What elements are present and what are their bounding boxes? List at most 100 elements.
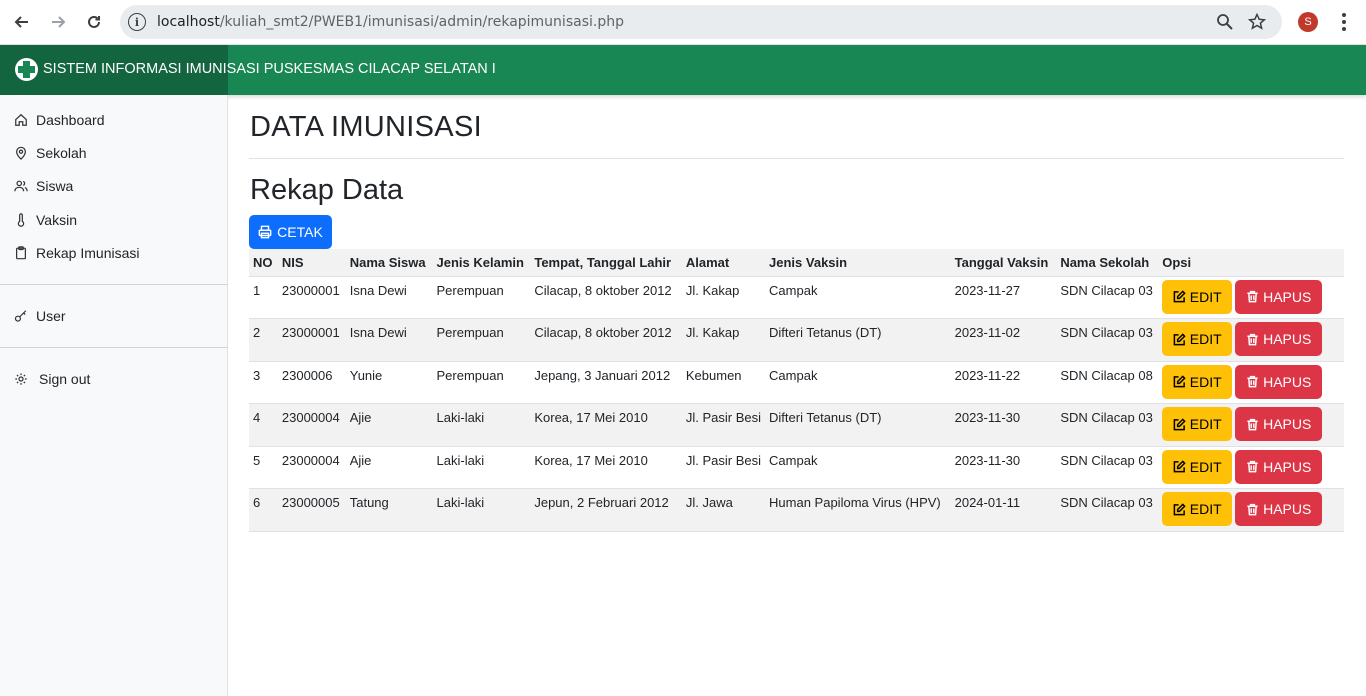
home-icon xyxy=(15,113,27,126)
edit-button-label: EDIT xyxy=(1189,416,1222,433)
sidebar-item-label: Vaksin xyxy=(36,212,77,228)
school-cell: SDN Cilacap 03 xyxy=(1060,282,1153,298)
delete-button[interactable]: HAPUS xyxy=(1235,279,1323,314)
actions-cell: EDIT HAPUS xyxy=(1158,319,1344,362)
student-name-cell: Isna Dewi xyxy=(349,325,407,341)
back-arrow-icon[interactable] xyxy=(10,10,34,34)
delete-button[interactable]: HAPUS xyxy=(1235,407,1323,442)
gender-cell: Perempuan xyxy=(436,367,504,383)
sidebar-item-user[interactable]: User xyxy=(14,306,66,326)
student-name-cell: Ajie xyxy=(349,410,372,426)
reload-icon[interactable] xyxy=(82,10,106,34)
page-title: DATA IMUNISASI xyxy=(250,111,482,143)
delete-button-label: HAPUS xyxy=(1263,288,1312,305)
bookmark-star-icon[interactable] xyxy=(1248,13,1266,31)
print-button-label: CETAK xyxy=(277,224,323,240)
site-info-icon[interactable]: i xyxy=(128,13,146,31)
edit-button-label: EDIT xyxy=(1189,458,1222,475)
vaccine-date-cell: 2023-11-22 xyxy=(954,367,1021,383)
column-header: Jenis Kelamin xyxy=(432,249,531,277)
sidebar-item-rekap-imunisasi[interactable]: Rekap Imunisasi xyxy=(14,243,140,263)
edit-button[interactable]: EDIT xyxy=(1162,279,1233,314)
delete-button-label: HAPUS xyxy=(1263,458,1312,475)
section-title: Rekap Data xyxy=(250,174,404,206)
student-name-cell: Ajie xyxy=(349,452,372,468)
school-cell: SDN Cilacap 03 xyxy=(1060,410,1153,426)
student-name-cell: Yunie xyxy=(349,367,383,383)
birth-cell: Cilacap, 8 oktober 2012 xyxy=(534,282,672,298)
column-header: Opsi xyxy=(1158,249,1344,277)
edit-button-label: EDIT xyxy=(1189,288,1222,305)
sidebar-divider xyxy=(0,347,227,348)
health-cross-logo-icon xyxy=(15,58,38,81)
edit-button[interactable]: EDIT xyxy=(1162,364,1233,399)
zoom-icon[interactable] xyxy=(1216,13,1234,31)
row-number: 4 xyxy=(253,410,261,426)
vaccine-date-cell: 2023-11-02 xyxy=(954,325,1021,341)
birth-cell: Jepun, 2 Februari 2012 xyxy=(534,495,669,511)
school-cell: SDN Cilacap 08 xyxy=(1060,367,1153,383)
gender-cell: Perempuan xyxy=(436,325,504,341)
sidebar-item-sekolah[interactable]: Sekolah xyxy=(14,143,87,163)
birth-cell: Korea, 17 Mei 2010 xyxy=(534,452,648,468)
vaccine-date-cell: 2023-11-30 xyxy=(954,410,1021,426)
nis-cell: 23000001 xyxy=(281,282,340,298)
vaccine-cell: Campak xyxy=(769,282,818,298)
column-header: Alamat xyxy=(681,249,766,277)
edit-icon xyxy=(1173,503,1186,516)
vaccine-cell: Campak xyxy=(769,367,818,383)
column-header: Jenis Vaksin xyxy=(765,249,951,277)
sidebar-item-dashboard[interactable]: Dashboard xyxy=(14,110,105,130)
browser-menu-icon[interactable] xyxy=(1334,11,1354,33)
table-row: 3 2300006 Yunie Perempuan Jepang, 3 Januari … xyxy=(249,361,1344,404)
vaccine-date-cell: 2023-11-30 xyxy=(954,452,1021,468)
delete-button[interactable]: HAPUS xyxy=(1235,364,1323,399)
sidebar-item-siswa[interactable]: Siswa xyxy=(14,176,73,196)
address-bar[interactable]: i localhost/kuliah_smt2/PWEB1/imunisasi/… xyxy=(120,5,1282,39)
actions-cell: EDIT HAPUS xyxy=(1158,276,1344,319)
column-header: Tanggal Vaksin xyxy=(950,249,1057,277)
actions-cell: EDIT HAPUS xyxy=(1158,404,1344,447)
gender-cell: Laki-laki xyxy=(436,410,485,426)
vaccine-cell: Difteri Tetanus (DT) xyxy=(769,325,882,341)
edit-icon xyxy=(1173,290,1186,303)
printer-icon xyxy=(258,225,272,239)
address-cell: Kebumen xyxy=(685,367,742,383)
column-header: Tempat, Tanggal Lahir xyxy=(530,249,682,277)
gender-cell: Perempuan xyxy=(436,282,504,298)
app-header: SISTEM INFORMASI IMUNISASI PUSKESMAS CIL… xyxy=(0,45,1366,95)
edit-button-label: EDIT xyxy=(1189,501,1222,518)
url-text[interactable]: localhost/kuliah_smt2/PWEB1/imunisasi/ad… xyxy=(157,14,624,30)
trash-icon xyxy=(1247,290,1258,303)
address-cell: Jl. Pasir Besi xyxy=(685,452,762,468)
sidebar-item-label: Siswa xyxy=(36,178,74,194)
edit-button-label: EDIT xyxy=(1189,331,1222,348)
key-icon xyxy=(14,310,27,322)
map-pin-icon xyxy=(16,146,26,160)
edit-button[interactable]: EDIT xyxy=(1162,449,1233,484)
column-header: NIS xyxy=(277,249,346,277)
column-header: NO xyxy=(249,249,278,277)
edit-button[interactable]: EDIT xyxy=(1162,407,1233,442)
delete-button[interactable]: HAPUS xyxy=(1235,449,1323,484)
immunization-table: NO NIS Nama Siswa Jenis Kelamin Tempat, … xyxy=(249,249,1344,532)
vaccine-cell: Difteri Tetanus (DT) xyxy=(769,410,882,426)
forward-arrow-icon[interactable] xyxy=(46,10,70,34)
vaccine-cell: Campak xyxy=(769,452,818,468)
sidebar-item-sign-out[interactable]: Sign out xyxy=(14,369,90,389)
school-cell: SDN Cilacap 03 xyxy=(1060,452,1153,468)
delete-button[interactable]: HAPUS xyxy=(1235,322,1323,357)
actions-cell: EDIT HAPUS xyxy=(1158,489,1344,532)
print-button[interactable]: CETAK xyxy=(249,215,332,249)
profile-avatar[interactable]: S xyxy=(1298,12,1318,32)
address-cell: Jl. Kakap xyxy=(685,325,740,341)
edit-button[interactable]: EDIT xyxy=(1162,492,1233,527)
sidebar-item-vaksin[interactable]: Vaksin xyxy=(14,210,77,230)
delete-button[interactable]: HAPUS xyxy=(1235,492,1323,527)
edit-button-label: EDIT xyxy=(1189,373,1222,390)
birth-cell: Korea, 17 Mei 2010 xyxy=(534,410,648,426)
app-title[interactable]: SISTEM INFORMASI IMUNISASI PUSKESMAS CIL… xyxy=(43,61,496,77)
gear-icon xyxy=(15,373,27,385)
row-number: 2 xyxy=(253,325,261,341)
edit-button[interactable]: EDIT xyxy=(1162,322,1233,357)
